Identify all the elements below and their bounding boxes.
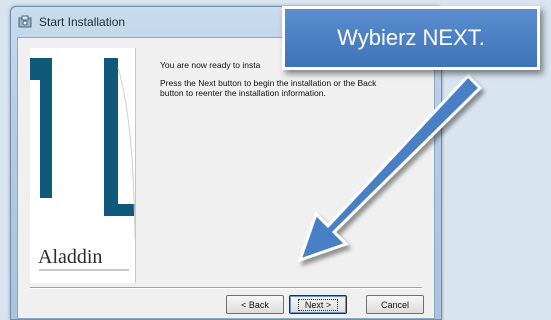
instruction-callout: Wybierz NEXT. bbox=[282, 6, 540, 70]
callout-text: Wybierz NEXT. bbox=[337, 25, 485, 50]
